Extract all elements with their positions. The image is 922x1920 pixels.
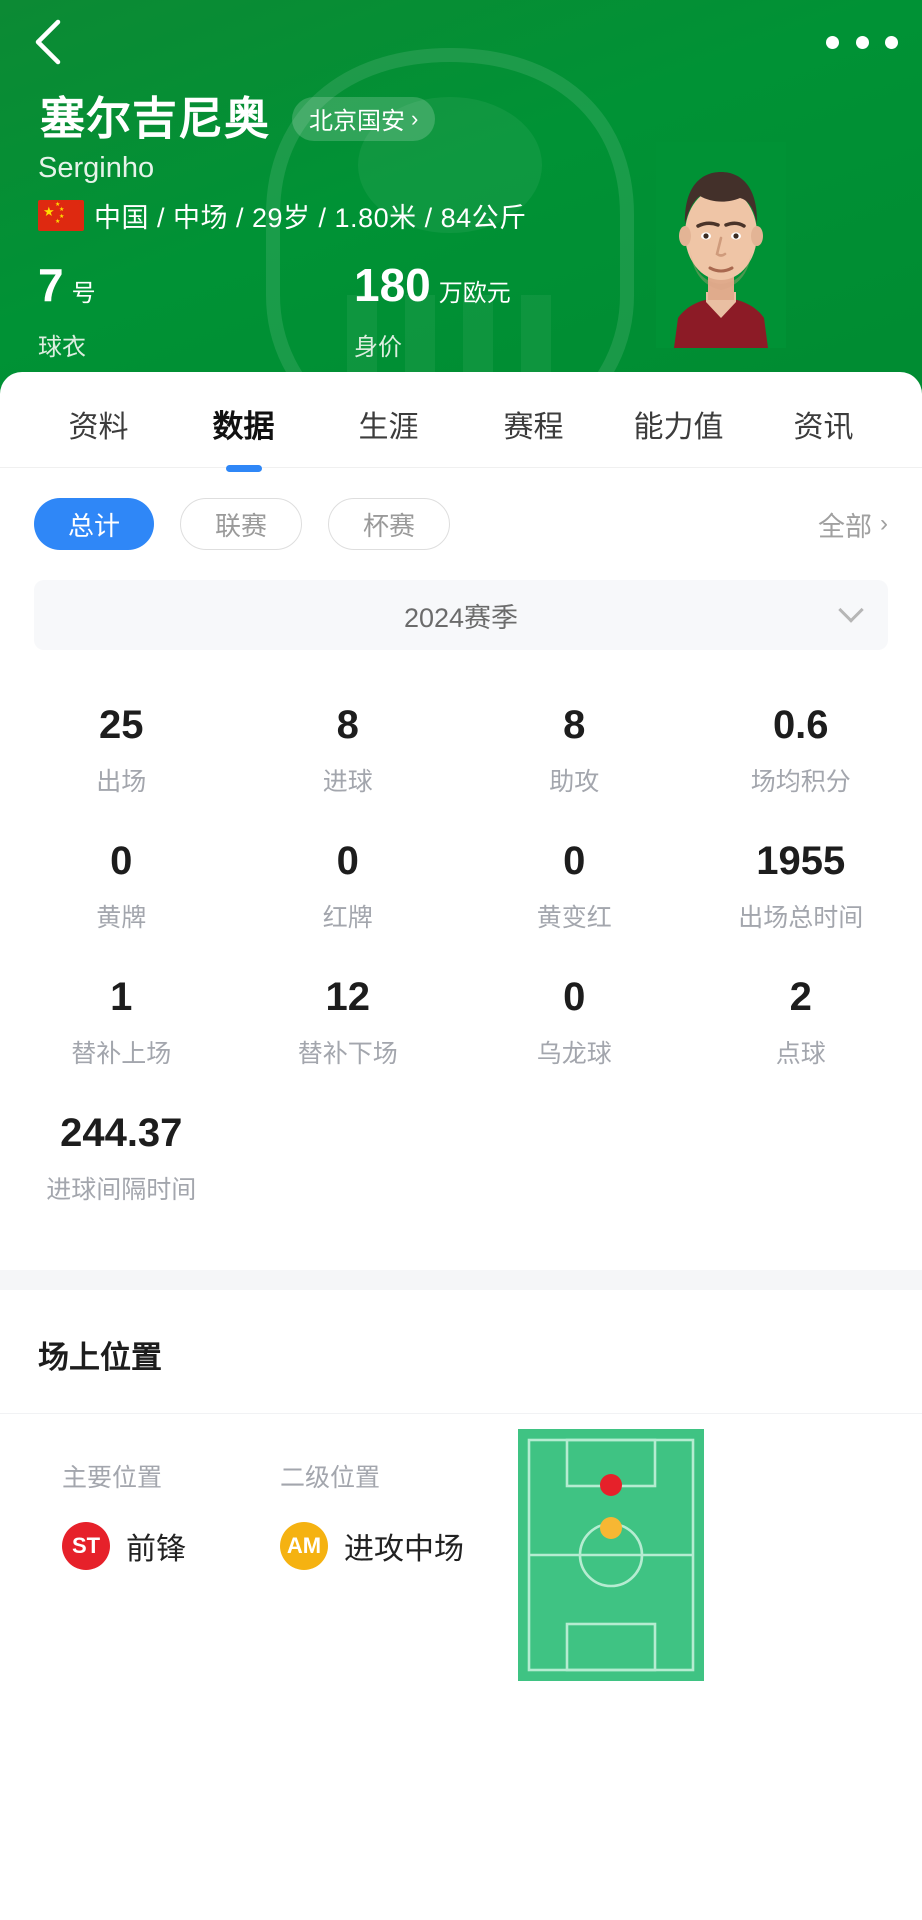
player-kpi-row: 7 号 球衣 180 万欧元 身价 xyxy=(38,262,612,362)
shirt-number-label: 球衣 xyxy=(38,334,86,361)
all-competitions-label: 全部 xyxy=(818,511,872,542)
stat-cell: 8 进球 xyxy=(235,680,462,816)
position-badge-am: AM xyxy=(280,1522,328,1570)
position-section-title: 场上位置 xyxy=(0,1290,922,1414)
chevron-down-icon xyxy=(838,597,864,623)
tab-nenglizhi[interactable]: 能力值 xyxy=(606,394,751,446)
stat-cell: 12 替补下场 xyxy=(235,952,462,1088)
profile-tab-bar: 资料 数据 生涯 赛程 能力值 资讯 xyxy=(0,372,922,468)
secondary-position-name: 进攻中场 xyxy=(344,1533,464,1566)
stat-value: 8 xyxy=(336,703,359,747)
player-photo xyxy=(656,142,786,348)
secondary-position-column: 二级位置 AM 进攻中场 xyxy=(280,1458,464,1570)
season-selector[interactable]: 2024赛季 xyxy=(34,580,888,650)
stat-label: 助攻 xyxy=(549,768,600,796)
player-meta-text: 中国 / 中场 / 29岁 / 1.80米 / 84公斤 xyxy=(94,203,527,233)
season-label: 2024赛季 xyxy=(403,602,519,633)
chevron-right-icon: › xyxy=(880,510,888,537)
shirt-number-kpi: 7 号 球衣 xyxy=(38,262,296,362)
stat-label: 进球间隔时间 xyxy=(46,1176,197,1204)
stat-value: 244.37 xyxy=(60,1111,183,1155)
primary-position-heading: 主要位置 xyxy=(62,1464,163,1492)
club-link-chip[interactable]: 北京国安 › xyxy=(292,96,436,141)
club-name: 北京国安 xyxy=(309,108,406,135)
filter-pill-cup[interactable]: 杯赛 xyxy=(328,498,451,550)
player-name-cn: 塞尔吉尼奥 xyxy=(40,93,271,144)
stat-cell: 0 黄牌 xyxy=(8,816,235,952)
season-stats-grid: 25 出场 8 进球 8 助攻 0.6 场均积分 0 黄牌 0 红牌 0 黄变红… xyxy=(0,650,922,1234)
stat-label: 进球 xyxy=(322,768,373,796)
shirt-number-value: 7 xyxy=(38,259,64,311)
stat-cell: 8 助攻 xyxy=(461,680,688,816)
stat-cell: 0 乌龙球 xyxy=(461,952,688,1088)
secondary-position-dot xyxy=(600,1517,622,1539)
top-nav-bar xyxy=(0,0,922,88)
pitch-diagram xyxy=(518,1429,704,1681)
stat-label: 出场 xyxy=(96,768,147,796)
stat-cell: 0 黄变红 xyxy=(461,816,688,952)
filter-pill-league[interactable]: 联赛 xyxy=(180,498,303,550)
position-section-body: 主要位置 ST 前锋 二级位置 AM 进攻中场 xyxy=(0,1414,922,1714)
all-competitions-link[interactable]: 全部 › xyxy=(818,505,888,544)
china-flag-icon: ★ ★ ★ ★ ★ xyxy=(38,200,84,231)
stat-cell: 244.37 进球间隔时间 xyxy=(8,1088,235,1224)
stat-cell-empty xyxy=(235,1088,462,1224)
content-sheet: 资料 数据 生涯 赛程 能力值 资讯 总计 联赛 杯赛 全部 › 2024赛季 … xyxy=(0,372,922,1920)
stat-value: 1 xyxy=(110,975,133,1019)
stat-value: 8 xyxy=(563,703,586,747)
competition-filter-row: 总计 联赛 杯赛 全部 › xyxy=(0,468,922,580)
stat-label: 黄变红 xyxy=(536,904,612,932)
stat-cell: 0 红牌 xyxy=(235,816,462,952)
stat-label: 出场总时间 xyxy=(738,904,864,932)
more-horizontal-icon[interactable] xyxy=(826,26,898,58)
stat-value: 0 xyxy=(563,839,586,883)
stat-label: 乌龙球 xyxy=(536,1040,612,1068)
stat-value: 25 xyxy=(99,703,144,747)
shirt-number-unit: 号 xyxy=(71,280,96,307)
tab-saicheng[interactable]: 赛程 xyxy=(461,394,606,446)
market-value-unit: 万欧元 xyxy=(438,280,511,307)
stat-value: 0.6 xyxy=(772,703,829,747)
stat-label: 红牌 xyxy=(322,904,373,932)
stat-label: 黄牌 xyxy=(96,904,147,932)
market-value-value: 180 xyxy=(354,259,431,311)
primary-position-name: 前锋 xyxy=(126,1533,186,1566)
tab-zixun[interactable]: 资讯 xyxy=(751,394,896,446)
secondary-position-item: AM 进攻中场 xyxy=(280,1522,464,1570)
stat-cell: 1955 出场总时间 xyxy=(688,816,915,952)
stat-value: 0 xyxy=(336,839,359,883)
stat-cell-empty xyxy=(688,1088,915,1224)
player-name-en: Serginho xyxy=(38,152,155,184)
section-divider xyxy=(0,1270,922,1290)
stat-value: 0 xyxy=(110,839,133,883)
stat-label: 替补上场 xyxy=(71,1040,172,1068)
back-chevron-left-icon[interactable] xyxy=(22,14,78,70)
chevron-right-icon: › xyxy=(411,105,419,131)
stat-cell: 25 出场 xyxy=(8,680,235,816)
tab-shuju[interactable]: 数据 xyxy=(171,393,316,446)
primary-position-column: 主要位置 ST 前锋 xyxy=(62,1458,186,1570)
stat-cell: 2 点球 xyxy=(688,952,915,1088)
secondary-position-heading: 二级位置 xyxy=(280,1464,381,1492)
stat-value: 2 xyxy=(789,975,812,1019)
player-meta-row: ★ ★ ★ ★ ★ 中国 / 中场 / 29岁 / 1.80米 / 84公斤 xyxy=(38,196,527,235)
stat-value: 1955 xyxy=(756,839,846,883)
primary-position-item: ST 前锋 xyxy=(62,1522,186,1570)
stat-label: 替补下场 xyxy=(297,1040,398,1068)
player-name-row: 塞尔吉尼奥 北京国安 › xyxy=(40,93,436,144)
market-value-label: 身价 xyxy=(354,334,402,361)
stat-value: 0 xyxy=(563,975,586,1019)
stat-cell-empty xyxy=(461,1088,688,1224)
position-badge-st: ST xyxy=(62,1522,110,1570)
tab-ziliao[interactable]: 资料 xyxy=(26,394,171,446)
primary-position-dot xyxy=(600,1474,622,1496)
stat-cell: 0.6 场均积分 xyxy=(688,680,915,816)
market-value-kpi: 180 万欧元 身价 xyxy=(354,262,612,362)
stat-label: 点球 xyxy=(775,1040,826,1068)
tab-shengya[interactable]: 生涯 xyxy=(316,394,461,446)
stat-label: 场均积分 xyxy=(750,768,851,796)
filter-pill-total[interactable]: 总计 xyxy=(34,498,155,550)
stat-value: 12 xyxy=(325,975,371,1019)
stat-cell: 1 替补上场 xyxy=(8,952,235,1088)
